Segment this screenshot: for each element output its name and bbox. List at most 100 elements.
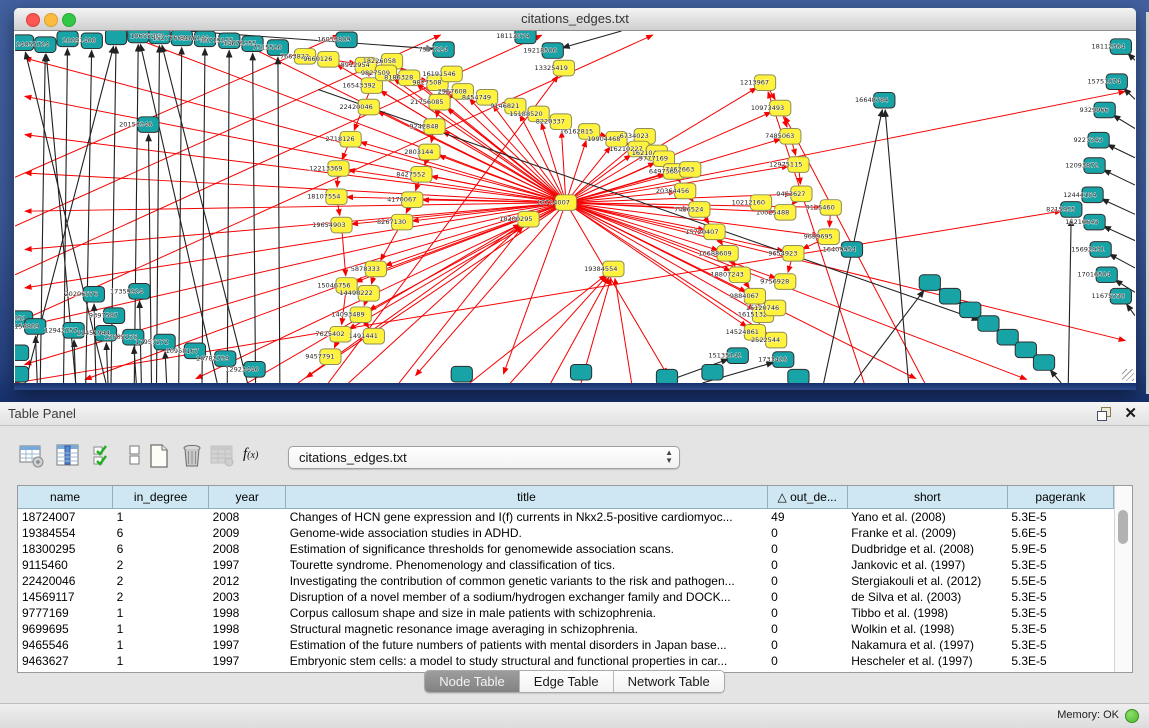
table-row[interactable]: 977716911998Corpus callosum shape and si… bbox=[18, 605, 1114, 621]
tab-network-table[interactable]: Network Table bbox=[614, 671, 724, 692]
table-cell[interactable]: 2009 bbox=[209, 525, 286, 541]
table-cell[interactable]: 18300295 bbox=[18, 541, 113, 557]
column-header-name[interactable]: name bbox=[18, 486, 113, 509]
table-scrollbar-thumb[interactable] bbox=[1118, 510, 1128, 544]
graph-node[interactable] bbox=[960, 302, 981, 318]
graph-node[interactable] bbox=[997, 329, 1018, 345]
table-cell[interactable]: Tourette syndrome. Phenomenology and cla… bbox=[286, 557, 767, 573]
table-cell[interactable]: 5.6E-5 bbox=[1007, 525, 1113, 541]
tab-edge-table[interactable]: Edge Table bbox=[520, 671, 614, 692]
table-cell[interactable]: 5.5E-5 bbox=[1007, 573, 1113, 589]
table-cell[interactable]: Jankovic et al. (1997) bbox=[847, 557, 1007, 573]
table-cell[interactable]: 2008 bbox=[209, 509, 286, 526]
table-panel-titlebar[interactable]: Table Panel ✕ bbox=[0, 402, 1149, 426]
table-row[interactable]: 1938455462009Genome-wide association stu… bbox=[18, 525, 1114, 541]
table-cell[interactable]: 1998 bbox=[209, 605, 286, 621]
table-cell[interactable]: Hescheler et al. (1997) bbox=[847, 653, 1007, 669]
table-cell[interactable]: 1 bbox=[113, 653, 209, 669]
float-panel-icon[interactable] bbox=[1097, 407, 1111, 420]
column-selector-icon[interactable] bbox=[54, 442, 82, 470]
table-cell[interactable]: 6 bbox=[113, 541, 209, 557]
table-settings-icon[interactable] bbox=[18, 442, 46, 470]
graph-node[interactable] bbox=[15, 345, 29, 361]
table-cell[interactable]: 9463627 bbox=[18, 653, 113, 669]
table-cell[interactable]: Stergiakouli et al. (2012) bbox=[847, 573, 1007, 589]
close-panel-icon[interactable]: ✕ bbox=[1124, 404, 1137, 422]
table-row[interactable]: 946554611997Estimation of the future num… bbox=[18, 637, 1114, 653]
table-cell[interactable]: 0 bbox=[767, 557, 847, 573]
table-scrollbar[interactable] bbox=[1114, 486, 1132, 672]
table-cell[interactable]: 0 bbox=[767, 541, 847, 557]
table-cell[interactable]: 9699695 bbox=[18, 621, 113, 637]
table-row[interactable]: 911546021997Tourette syndrome. Phenomeno… bbox=[18, 557, 1114, 573]
table-cell[interactable]: 0 bbox=[767, 653, 847, 669]
table-cell[interactable]: 2012 bbox=[209, 573, 286, 589]
table-cell[interactable]: 1 bbox=[113, 637, 209, 653]
table-cell[interactable]: Genome-wide association studies in ADHD. bbox=[286, 525, 767, 541]
window-resize-grip[interactable] bbox=[1122, 369, 1134, 381]
row-selector-icon[interactable] bbox=[90, 442, 118, 470]
table-cell[interactable]: Estimation of the future numbers of pati… bbox=[286, 637, 767, 653]
column-header-title[interactable]: title bbox=[286, 486, 767, 509]
graph-node[interactable] bbox=[105, 31, 126, 45]
column-header-year[interactable]: year bbox=[209, 486, 286, 509]
table-cell[interactable]: 5.9E-5 bbox=[1007, 541, 1113, 557]
table-cell[interactable]: 5.3E-5 bbox=[1007, 653, 1113, 669]
graph-node[interactable] bbox=[788, 369, 809, 383]
table-cell[interactable]: 1997 bbox=[209, 637, 286, 653]
table-cell[interactable]: 5.3E-5 bbox=[1007, 509, 1113, 526]
table-cell[interactable]: 19384554 bbox=[18, 525, 113, 541]
table-cell[interactable]: 9777169 bbox=[18, 605, 113, 621]
table-cell[interactable]: Dudbridge et al. (2008) bbox=[847, 541, 1007, 557]
graph-node[interactable] bbox=[570, 364, 591, 380]
table-cell[interactable]: Wolkin et al. (1998) bbox=[847, 621, 1007, 637]
table-cell[interactable]: 5.3E-5 bbox=[1007, 637, 1113, 653]
column-header-pagerank[interactable]: pagerank bbox=[1007, 486, 1113, 509]
tab-node-table[interactable]: Node Table bbox=[425, 671, 520, 692]
table-cell[interactable]: 5.3E-5 bbox=[1007, 621, 1113, 637]
table-cell[interactable]: Disruption of a novel member of a sodium… bbox=[286, 589, 767, 605]
table-cell[interactable]: 18724007 bbox=[18, 509, 113, 526]
table-cell[interactable]: 1998 bbox=[209, 621, 286, 637]
table-cell[interactable]: 1997 bbox=[209, 557, 286, 573]
table-cell[interactable]: 0 bbox=[767, 621, 847, 637]
table-cell[interactable]: 0 bbox=[767, 605, 847, 621]
graph-node[interactable] bbox=[1033, 355, 1054, 371]
graph-node[interactable] bbox=[656, 369, 677, 383]
table-cell[interactable]: 0 bbox=[767, 573, 847, 589]
table-cell[interactable]: 1997 bbox=[209, 653, 286, 669]
table-cell[interactable]: Estimation of significance thresholds fo… bbox=[286, 541, 767, 557]
table-row[interactable]: 1456911722003Disruption of a novel membe… bbox=[18, 589, 1114, 605]
graph-node[interactable] bbox=[919, 275, 940, 291]
table-cell[interactable]: Nakamura et al. (1997) bbox=[847, 637, 1007, 653]
table-cell[interactable]: 22420046 bbox=[18, 573, 113, 589]
table-cell[interactable]: 14569117 bbox=[18, 589, 113, 605]
graph-node[interactable] bbox=[1015, 342, 1036, 358]
graph-node[interactable] bbox=[451, 366, 472, 382]
column-header-out_degree[interactable]: △ out_de... bbox=[767, 486, 847, 509]
table-cell[interactable]: Investigating the contribution of common… bbox=[286, 573, 767, 589]
table-row[interactable]: 969969511998Structural magnetic resonanc… bbox=[18, 621, 1114, 637]
table-cell[interactable]: 9465546 bbox=[18, 637, 113, 653]
table-cell[interactable]: 2 bbox=[113, 573, 209, 589]
table-cell[interactable]: 6 bbox=[113, 525, 209, 541]
table-cell[interactable]: Tibbo et al. (1998) bbox=[847, 605, 1007, 621]
table-cell[interactable]: 0 bbox=[767, 525, 847, 541]
table-cell[interactable]: 2003 bbox=[209, 589, 286, 605]
table-cell[interactable]: Changes of HCN gene expression and I(f) … bbox=[286, 509, 767, 526]
graph-node[interactable] bbox=[978, 316, 999, 332]
table-cell[interactable]: 1 bbox=[113, 605, 209, 621]
table-cell[interactable]: Structural magnetic resonance image aver… bbox=[286, 621, 767, 637]
network-view-window[interactable]: citations_edges.txt 24055724206914061065… bbox=[14, 8, 1136, 390]
table-cell[interactable]: Embryonic stem cells: a model to study s… bbox=[286, 653, 767, 669]
table-cell[interactable]: 49 bbox=[767, 509, 847, 526]
network-window-titlebar[interactable]: citations_edges.txt bbox=[14, 8, 1136, 31]
table-cell[interactable]: Corpus callosum shape and size in male p… bbox=[286, 605, 767, 621]
table-cell[interactable]: Franke et al. (2009) bbox=[847, 525, 1007, 541]
column-header-short[interactable]: short bbox=[847, 486, 1007, 509]
table-row[interactable]: 1830029562008Estimation of significance … bbox=[18, 541, 1114, 557]
table-row[interactable]: 946362711997Embryonic stem cells: a mode… bbox=[18, 653, 1114, 669]
table-cell[interactable]: 9115460 bbox=[18, 557, 113, 573]
table-cell[interactable]: 5.3E-5 bbox=[1007, 589, 1113, 605]
table-cell[interactable]: 0 bbox=[767, 589, 847, 605]
